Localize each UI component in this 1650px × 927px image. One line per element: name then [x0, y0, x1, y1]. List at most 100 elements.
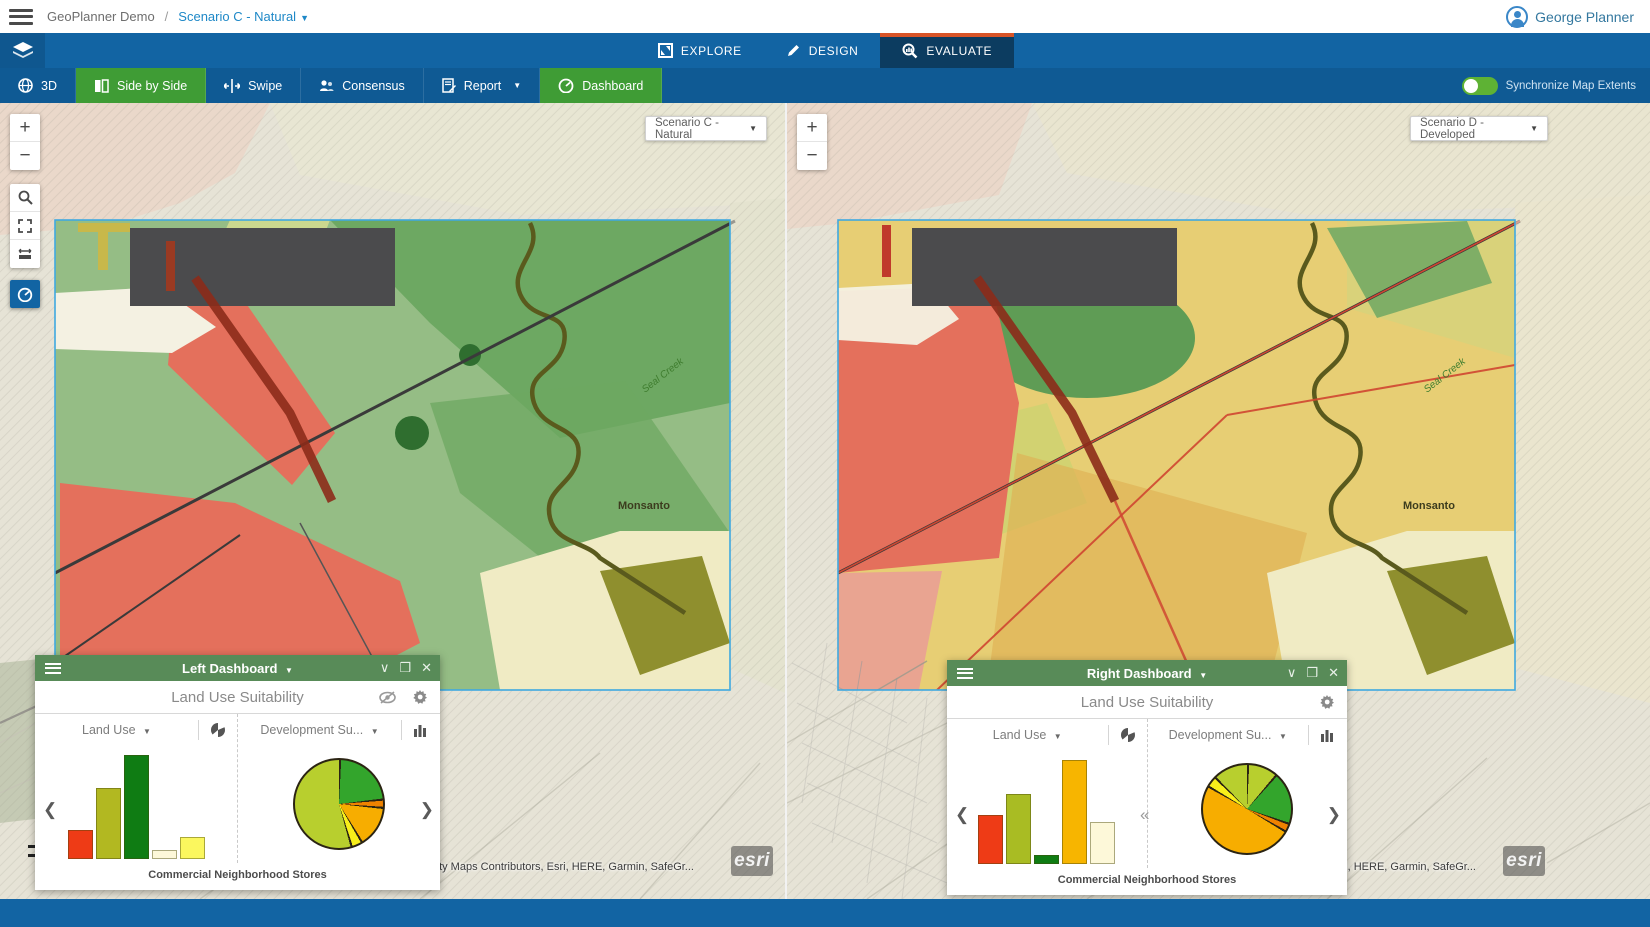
report-document-icon: [442, 78, 456, 93]
left-scenario-dropdown[interactable]: Scenario C - Natural ▼: [645, 116, 767, 141]
zoom-in-button[interactable]: +: [797, 114, 827, 142]
maximize-icon[interactable]: ❒: [1306, 665, 1318, 681]
collapse-icon[interactable]: ∨: [380, 660, 390, 676]
zoom-in-button[interactable]: +: [10, 114, 40, 142]
left-map-label-monsanto: Monsanto: [618, 500, 670, 512]
user-avatar-icon: [1506, 6, 1528, 28]
consensus-button[interactable]: Consensus: [301, 68, 424, 103]
panel-menu-icon[interactable]: [957, 668, 973, 679]
dashboard-gauge-button[interactable]: [10, 280, 40, 308]
esri-logo: esri: [731, 846, 773, 876]
swipe-icon: [224, 79, 240, 93]
layers-icon: [13, 42, 33, 60]
close-icon[interactable]: ✕: [1328, 665, 1339, 681]
app-header: GeoPlanner Demo / Scenario C - Natural▼ …: [0, 0, 1650, 33]
development-suitability-widget: Development Su... ▼: [1148, 719, 1348, 868]
right-scenario-dropdown[interactable]: Scenario D - Developed ▼: [1410, 116, 1548, 141]
full-extent-button[interactable]: [10, 212, 40, 240]
gear-icon[interactable]: [1319, 694, 1335, 710]
collapse-icon[interactable]: ∨: [1287, 665, 1297, 681]
dashboard-button[interactable]: Dashboard: [540, 68, 662, 103]
chevron-down-icon: ▼: [513, 81, 521, 90]
pencil-icon: [786, 43, 801, 58]
left-dashboard-tool: [10, 280, 40, 308]
menu-icon[interactable]: [9, 9, 33, 25]
evaluate-magnifier-icon: [902, 43, 918, 59]
user-name: George Planner: [1535, 9, 1634, 25]
left-dashboard-panel: Left Dashboard ▼ ∨ ❒ ✕ Land Use Suitabil…: [35, 655, 440, 890]
land-use-bar-chart[interactable]: [978, 760, 1115, 864]
footer-bar: [0, 899, 1650, 927]
pie-chart-type-icon[interactable]: [199, 722, 237, 738]
right-dashboard-subheader: Land Use Suitability: [947, 686, 1347, 719]
gauge-icon: [558, 78, 574, 93]
visibility-off-icon[interactable]: [379, 691, 396, 704]
chevron-down-icon: ▼: [1199, 671, 1207, 680]
left-zoom-controls: + −: [10, 114, 40, 170]
right-dashboard-charts: ❮ Land Use ▼ « Development Su... ▼: [947, 719, 1347, 868]
globe-icon: [18, 78, 33, 93]
prev-chart-arrow[interactable]: ❮: [43, 800, 57, 820]
right-map-label-monsanto: Monsanto: [1403, 500, 1455, 512]
development-suitability-pie-chart[interactable]: [1201, 763, 1293, 855]
right-dashboard-header[interactable]: Right Dashboard ▼ ∨ ❒ ✕: [947, 660, 1347, 686]
chevron-down-icon: ▼: [749, 124, 757, 133]
chevron-down-icon: ▼: [1530, 124, 1538, 133]
dashboard-subtitle: Land Use Suitability: [947, 694, 1347, 711]
chevron-down-icon: ▼: [285, 666, 293, 675]
right-zoom-controls: + −: [797, 114, 827, 170]
pane-divider: [785, 103, 787, 899]
swipe-button[interactable]: Swipe: [206, 68, 301, 103]
page-back-arrow[interactable]: «: [1140, 805, 1149, 825]
app-title: GeoPlanner Demo: [47, 9, 155, 24]
close-icon[interactable]: ✕: [421, 660, 432, 676]
chart-field-selector[interactable]: Land Use ▼: [947, 728, 1108, 742]
tab-evaluate[interactable]: EVALUATE: [880, 33, 1014, 68]
development-suitability-widget: Development Su... ▼: [238, 714, 440, 863]
consensus-people-icon: [319, 79, 334, 93]
zoom-out-button[interactable]: −: [10, 142, 40, 170]
search-button[interactable]: [10, 184, 40, 212]
explore-icon: [658, 43, 673, 58]
search-icon: [18, 190, 33, 205]
maximize-icon[interactable]: ❒: [399, 660, 411, 676]
side-by-side-button[interactable]: Side by Side: [76, 68, 206, 103]
next-chart-arrow[interactable]: ❯: [1327, 805, 1341, 825]
tab-design[interactable]: DESIGN: [764, 33, 881, 68]
user-menu[interactable]: George Planner: [1506, 0, 1634, 33]
left-dashboard-header[interactable]: Left Dashboard ▼ ∨ ❒ ✕: [35, 655, 440, 681]
evaluate-toolbar: 3D Side by Side Swipe Consensus Report ▼…: [0, 68, 1650, 103]
expand-arrows-icon: [18, 219, 32, 233]
mode-tabs: EXPLORE DESIGN EVALUATE: [0, 33, 1650, 68]
chart-caption: Commercial Neighborhood Stores: [947, 868, 1347, 886]
chart-field-selector[interactable]: Development Su... ▼: [1148, 728, 1309, 742]
right-dashboard-panel: Right Dashboard ▼ ∨ ❒ ✕ Land Use Suitabi…: [947, 660, 1347, 895]
zoom-out-button[interactable]: −: [797, 142, 827, 170]
chart-field-selector[interactable]: Land Use ▼: [35, 723, 198, 737]
measure-ruler-icon: [17, 247, 33, 261]
breadcrumb-scenario-link[interactable]: Scenario C - Natural▼: [178, 9, 309, 24]
tab-explore[interactable]: EXPLORE: [636, 33, 764, 68]
land-use-bar-chart[interactable]: [68, 755, 205, 859]
development-suitability-pie-chart[interactable]: [293, 758, 385, 850]
sync-label: Synchronize Map Extents: [1506, 80, 1636, 92]
left-dashboard-subheader: Land Use Suitability: [35, 681, 440, 714]
pie-chart-type-icon[interactable]: [1109, 727, 1147, 743]
gear-icon[interactable]: [412, 689, 428, 705]
side-by-side-icon: [94, 79, 109, 93]
prev-chart-arrow[interactable]: ❮: [955, 805, 969, 825]
measure-button[interactable]: [10, 240, 40, 268]
panel-menu-icon[interactable]: [45, 663, 61, 674]
bar-chart-type-icon[interactable]: [1309, 728, 1347, 742]
esri-logo: esri: [1503, 846, 1545, 876]
chart-field-selector[interactable]: Development Su... ▼: [238, 723, 401, 737]
report-button[interactable]: Report ▼: [424, 68, 540, 103]
bar-chart-type-icon[interactable]: [402, 723, 440, 737]
next-chart-arrow[interactable]: ❯: [420, 800, 434, 820]
chevron-down-icon: ▼: [300, 13, 309, 23]
3d-button[interactable]: 3D: [0, 68, 76, 103]
layers-button[interactable]: [0, 33, 45, 68]
breadcrumb-separator: /: [165, 9, 169, 24]
sync-toggle[interactable]: [1462, 77, 1498, 95]
nav-bar: EXPLORE DESIGN EVALUATE: [0, 33, 1650, 68]
